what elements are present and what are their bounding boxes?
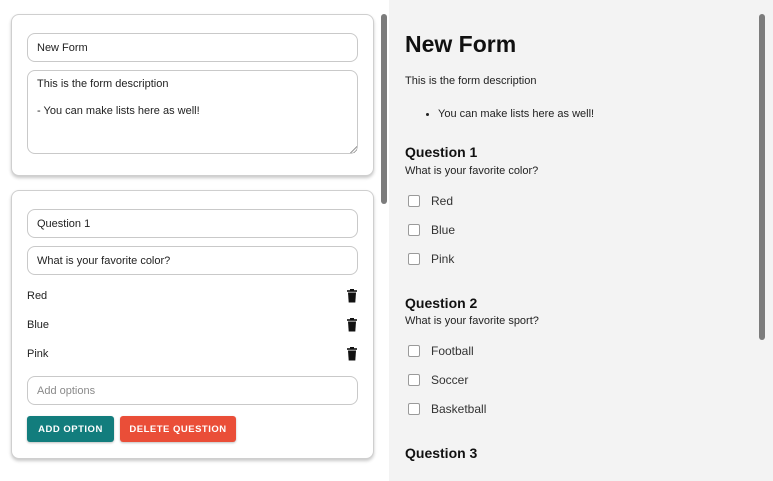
- add-option-input[interactable]: [27, 376, 358, 405]
- trash-icon[interactable]: [346, 347, 358, 361]
- checkbox[interactable]: [408, 403, 420, 415]
- preview-form-description: This is the form description: [405, 75, 537, 87]
- preview-question-text: What is your favorite sport?: [405, 315, 539, 327]
- editor-scrollbar[interactable]: [381, 14, 387, 204]
- option-row: Red: [27, 285, 358, 307]
- choice-label: Basketball: [431, 402, 487, 416]
- delete-question-button[interactable]: DELETE QUESTION: [120, 416, 236, 442]
- checkbox[interactable]: [408, 253, 420, 265]
- form-title-input[interactable]: [27, 33, 358, 62]
- choice-label: Red: [431, 194, 454, 208]
- option-label: Red: [27, 290, 48, 302]
- preview-question-text: What is your favorite color?: [405, 165, 539, 177]
- preview-choice[interactable]: Soccer: [408, 372, 468, 388]
- preview-choice[interactable]: Pink: [408, 251, 454, 267]
- resize-grip-icon[interactable]: [350, 146, 357, 153]
- option-label: Blue: [27, 319, 50, 331]
- checkbox[interactable]: [408, 224, 420, 236]
- question-card: Red Blue Pink ADD OPTION: [11, 190, 374, 459]
- trash-icon[interactable]: [346, 289, 358, 303]
- question-title-input[interactable]: [27, 209, 358, 238]
- preview-question-heading: Question 3: [405, 445, 478, 461]
- preview-question-heading: Question 1: [405, 144, 478, 160]
- option-row: Pink: [27, 343, 358, 365]
- preview-choice[interactable]: Red: [408, 193, 453, 209]
- checkbox[interactable]: [408, 195, 420, 207]
- form-description-textarea[interactable]: [27, 70, 358, 154]
- preview-form-title: New Form: [405, 31, 517, 57]
- trash-icon[interactable]: [346, 318, 358, 332]
- choice-label: Football: [431, 344, 474, 358]
- preview-choice[interactable]: Basketball: [408, 401, 486, 417]
- choice-label: Soccer: [431, 373, 469, 387]
- preview-list-item: You can make lists here as well!: [438, 108, 594, 120]
- checkbox[interactable]: [408, 345, 420, 357]
- preview-choice[interactable]: Blue: [408, 222, 455, 238]
- preview-pane: New Form This is the form description Yo…: [389, 0, 773, 481]
- question-prompt-input[interactable]: [27, 246, 358, 275]
- option-row: Blue: [27, 314, 358, 336]
- form-details-card: [11, 14, 374, 176]
- checkbox[interactable]: [408, 374, 420, 386]
- preview-description-list: You can make lists here as well!: [424, 108, 594, 120]
- add-option-button[interactable]: ADD OPTION: [27, 416, 114, 442]
- preview-choice[interactable]: Football: [408, 343, 474, 359]
- choice-label: Blue: [431, 223, 456, 237]
- option-label: Pink: [27, 348, 49, 360]
- choice-label: Pink: [431, 252, 455, 266]
- editor-pane: Red Blue Pink ADD OPTION: [0, 0, 389, 481]
- preview-scrollbar[interactable]: [759, 14, 765, 340]
- preview-question-heading: Question 2: [405, 295, 478, 311]
